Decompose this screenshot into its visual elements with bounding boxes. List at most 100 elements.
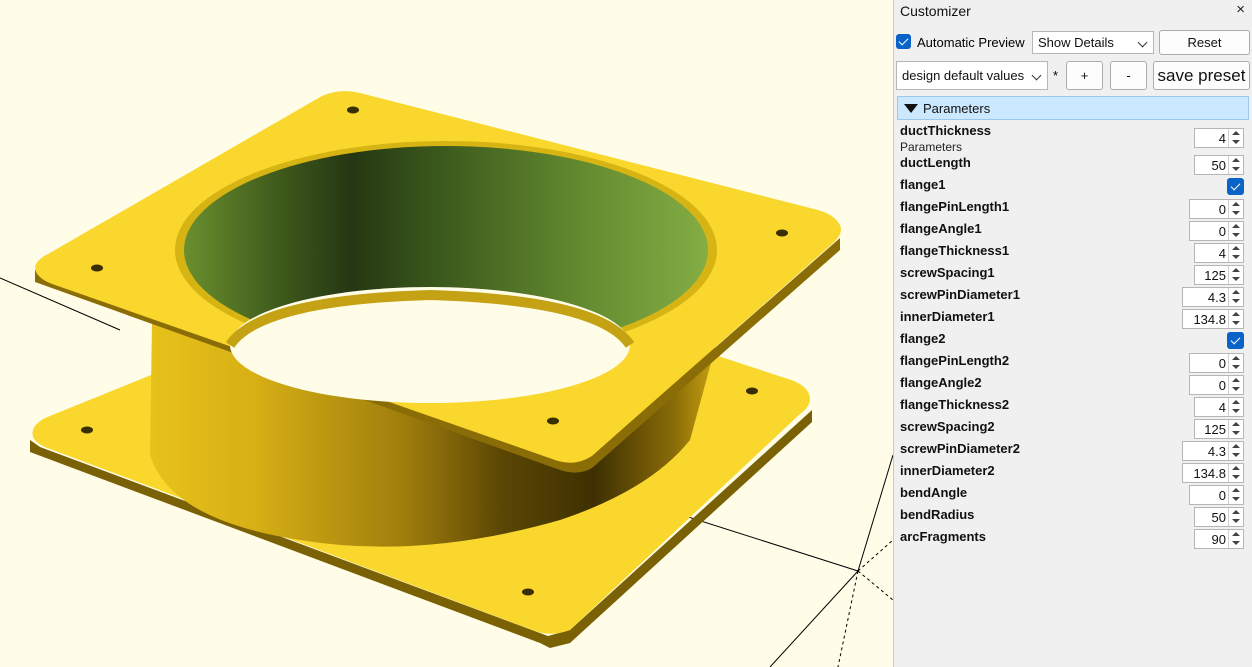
param-value: 134.8 — [1193, 312, 1226, 327]
chevron-down-icon — [1031, 70, 1042, 81]
save-preset-button[interactable]: save preset — [1153, 61, 1250, 90]
spin-up-icon[interactable] — [1228, 200, 1243, 209]
param-value: 0 — [1218, 378, 1226, 393]
add-preset-button[interactable]: + — [1066, 61, 1103, 90]
param-input-flangeThickness2[interactable]: 4 — [1194, 397, 1244, 417]
param-value: 0 — [1218, 202, 1226, 217]
spin-down-icon[interactable] — [1228, 385, 1243, 394]
param-value: 0 — [1218, 356, 1226, 371]
spin-up-icon[interactable] — [1228, 156, 1243, 165]
spin-up-icon[interactable] — [1228, 398, 1243, 407]
3d-viewport[interactable] — [0, 0, 893, 667]
parameters-group-header[interactable]: Parameters — [897, 96, 1249, 120]
param-input-screwSpacing2[interactable]: 125 — [1194, 419, 1244, 439]
param-value: 4 — [1218, 131, 1226, 146]
spin-down-icon[interactable] — [1228, 539, 1243, 548]
spin-down-icon[interactable] — [1228, 209, 1243, 218]
spin-up-icon[interactable] — [1228, 222, 1243, 231]
preset-select-value: design default values — [902, 68, 1025, 83]
param-label-screwSpacing1: screwSpacing1 — [900, 265, 995, 280]
param-input-flangeThickness1[interactable]: 4 — [1194, 243, 1244, 263]
chevron-down-icon — [1137, 37, 1148, 48]
param-input-arcFragments[interactable]: 90 — [1194, 529, 1244, 549]
param-label-arcFragments: arcFragments — [900, 529, 986, 544]
param-value: 50 — [1211, 158, 1226, 173]
close-icon[interactable]: × — [1236, 1, 1245, 18]
spin-down-icon[interactable] — [1228, 253, 1243, 262]
param-value: 134.8 — [1193, 466, 1226, 481]
panel-title: Customizer — [900, 3, 971, 19]
param-label-screwPinDiameter1: screwPinDiameter1 — [900, 287, 1020, 302]
param-input-screwPinDiameter2[interactable]: 4.3 — [1182, 441, 1244, 461]
details-select[interactable]: Show Details — [1032, 31, 1154, 54]
collapse-triangle-icon — [904, 104, 918, 113]
param-value: 125 — [1204, 268, 1226, 283]
param-label-flangeThickness1: flangeThickness1 — [900, 243, 1010, 258]
spin-down-icon[interactable] — [1228, 363, 1243, 372]
param-value: 125 — [1204, 422, 1226, 437]
param-label-bendRadius: bendRadius — [900, 507, 975, 522]
spin-down-icon[interactable] — [1228, 138, 1243, 147]
param-label-screwSpacing2: screwSpacing2 — [900, 419, 995, 434]
param-input-flangePinLength2[interactable]: 0 — [1189, 353, 1244, 373]
param-value: 0 — [1218, 488, 1226, 503]
spin-up-icon[interactable] — [1228, 376, 1243, 385]
param-input-flangeAngle1[interactable]: 0 — [1189, 221, 1244, 241]
spin-down-icon[interactable] — [1228, 165, 1243, 174]
spin-up-icon[interactable] — [1228, 354, 1243, 363]
spin-down-icon[interactable] — [1228, 429, 1243, 438]
param-label-flangeThickness2: flangeThickness2 — [900, 397, 1010, 412]
spin-up-icon[interactable] — [1228, 442, 1243, 451]
param-label-innerDiameter2: innerDiameter2 — [900, 463, 995, 478]
remove-preset-button[interactable]: - — [1110, 61, 1147, 90]
spin-up-icon[interactable] — [1228, 486, 1243, 495]
spin-up-icon[interactable] — [1228, 288, 1243, 297]
param-input-innerDiameter1[interactable]: 134.8 — [1182, 309, 1244, 329]
param-label-ductLength: ductLength — [900, 155, 971, 170]
spin-up-icon[interactable] — [1228, 129, 1243, 138]
param-checkbox-flange2[interactable] — [1227, 332, 1244, 349]
spin-down-icon[interactable] — [1228, 297, 1243, 306]
param-input-ductThickness[interactable]: 4 — [1194, 128, 1244, 148]
param-value: 50 — [1211, 510, 1226, 525]
reset-button[interactable]: Reset — [1159, 30, 1250, 55]
spin-down-icon[interactable] — [1228, 319, 1243, 328]
automatic-preview-checkbox[interactable] — [896, 34, 911, 49]
param-input-flangePinLength1[interactable]: 0 — [1189, 199, 1244, 219]
param-label-flangePinLength1: flangePinLength1 — [900, 199, 1010, 214]
spin-up-icon[interactable] — [1228, 508, 1243, 517]
spin-down-icon[interactable] — [1228, 451, 1243, 460]
param-input-innerDiameter2[interactable]: 134.8 — [1182, 463, 1244, 483]
preset-select[interactable]: design default values — [896, 61, 1048, 90]
spin-up-icon[interactable] — [1228, 266, 1243, 275]
param-label-flangeAngle2: flangeAngle2 — [900, 375, 982, 390]
spin-down-icon[interactable] — [1228, 495, 1243, 504]
spin-down-icon[interactable] — [1228, 275, 1243, 284]
spin-up-icon[interactable] — [1228, 310, 1243, 319]
param-value: 90 — [1211, 532, 1226, 547]
spin-up-icon[interactable] — [1228, 530, 1243, 539]
spin-down-icon[interactable] — [1228, 407, 1243, 416]
spin-down-icon[interactable] — [1228, 231, 1243, 240]
param-label-flangePinLength2: flangePinLength2 — [900, 353, 1010, 368]
spin-down-icon[interactable] — [1228, 517, 1243, 526]
param-value: 0 — [1218, 224, 1226, 239]
param-input-screwPinDiameter1[interactable]: 4.3 — [1182, 287, 1244, 307]
spin-up-icon[interactable] — [1228, 464, 1243, 473]
param-label-innerDiameter1: innerDiameter1 — [900, 309, 995, 324]
parameters-group-label: Parameters — [923, 101, 991, 116]
param-label-ductThickness: ductThickness — [900, 123, 992, 138]
spin-up-icon[interactable] — [1228, 420, 1243, 429]
param-input-flangeAngle2[interactable]: 0 — [1189, 375, 1244, 395]
param-input-ductLength[interactable]: 50 — [1194, 155, 1244, 175]
spin-up-icon[interactable] — [1228, 244, 1243, 253]
param-description-ductThickness: Parameters — [900, 140, 963, 154]
param-label-flangeAngle1: flangeAngle1 — [900, 221, 982, 236]
param-label-flange2: flange2 — [900, 331, 946, 346]
param-input-screwSpacing1[interactable]: 125 — [1194, 265, 1244, 285]
param-input-bendRadius[interactable]: 50 — [1194, 507, 1244, 527]
param-value: 4 — [1218, 246, 1226, 261]
spin-down-icon[interactable] — [1228, 473, 1243, 482]
param-checkbox-flange1[interactable] — [1227, 178, 1244, 195]
param-input-bendAngle[interactable]: 0 — [1189, 485, 1244, 505]
